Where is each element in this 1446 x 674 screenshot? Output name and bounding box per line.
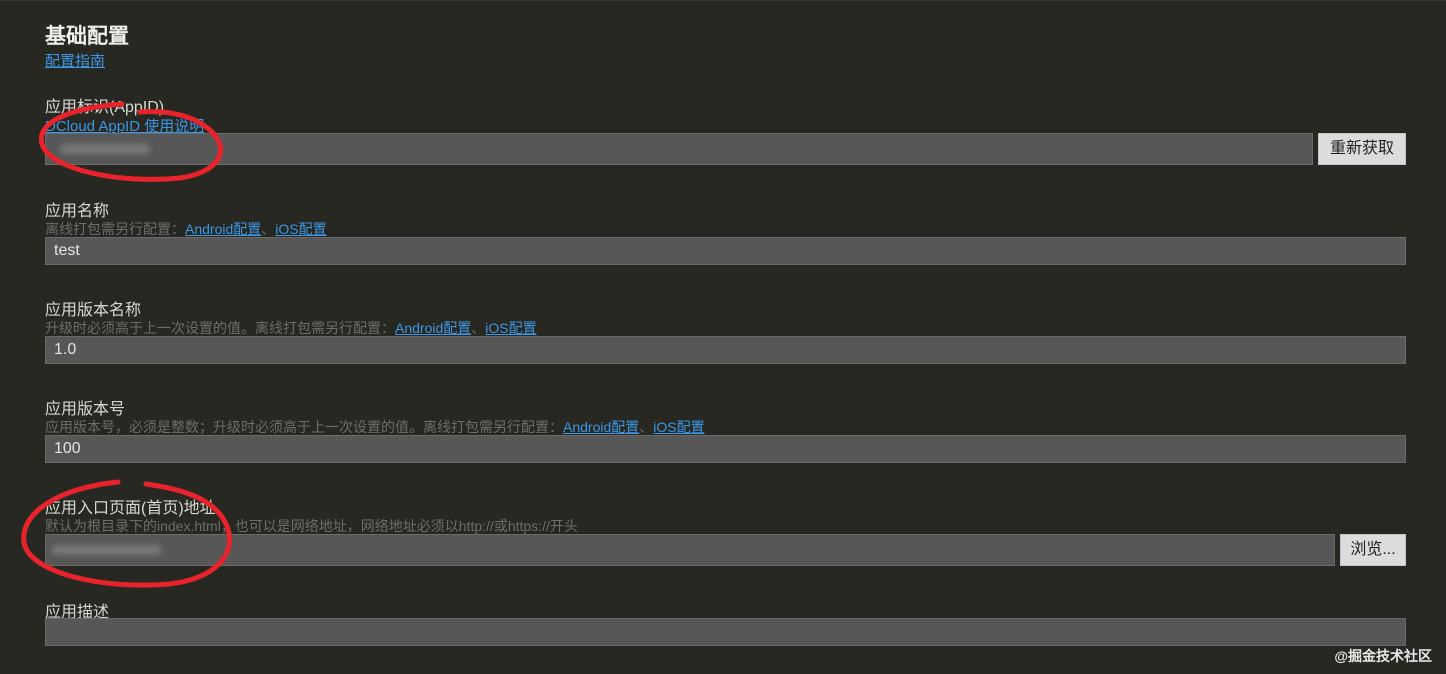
app-name-value: test	[54, 242, 80, 259]
description-input[interactable]	[45, 618, 1406, 646]
version-name-separator: 、	[471, 320, 486, 336]
version-code-android-link[interactable]: Android配置	[563, 419, 639, 435]
section-title: 基础配置	[45, 25, 129, 48]
entry-page-redacted-value	[52, 545, 162, 555]
browse-button[interactable]: 浏览...	[1340, 534, 1406, 566]
version-code-hint: 应用版本号，必须是整数；升级时必须高于上一次设置的值。离线打包需另行配置：And…	[45, 417, 705, 437]
entry-page-hint: 默认为根目录下的index.html；也可以是网络地址，网络地址必须以http:…	[45, 518, 578, 534]
app-name-ios-link[interactable]: iOS配置	[275, 221, 326, 237]
app-name-input[interactable]: test	[45, 237, 1406, 265]
version-code-ios-link[interactable]: iOS配置	[653, 419, 704, 435]
appid-input[interactable]	[45, 133, 1313, 165]
version-code-separator: 、	[639, 419, 654, 435]
top-border	[0, 0, 1446, 1]
version-code-label: 应用版本号	[45, 401, 126, 418]
version-name-hint: 升级时必须高于上一次设置的值。离线打包需另行配置：Android配置、iOS配置	[45, 318, 537, 338]
refresh-appid-button[interactable]: 重新获取	[1318, 133, 1406, 165]
version-name-hint-text: 升级时必须高于上一次设置的值。离线打包需另行配置：	[45, 320, 395, 336]
version-code-hint-text: 应用版本号，必须是整数；升级时必须高于上一次设置的值。离线打包需另行配置：	[45, 419, 563, 435]
app-name-label: 应用名称	[45, 203, 110, 220]
version-name-ios-link[interactable]: iOS配置	[485, 320, 536, 336]
version-name-android-link[interactable]: Android配置	[395, 320, 471, 336]
entry-page-input[interactable]	[45, 534, 1335, 566]
appid-label: 应用标识(AppID)	[45, 99, 165, 116]
entry-page-label: 应用入口页面(首页)地址	[45, 500, 216, 517]
version-name-label: 应用版本名称	[45, 302, 142, 319]
app-name-hint-text: 离线打包需另行配置：	[45, 221, 185, 237]
app-name-hint: 离线打包需另行配置：Android配置、iOS配置	[45, 219, 327, 239]
watermark: @掘金技术社区	[1334, 648, 1432, 664]
app-name-separator: 、	[261, 221, 276, 237]
app-name-android-link[interactable]: Android配置	[185, 221, 261, 237]
version-code-value: 100	[54, 440, 81, 457]
version-code-input[interactable]: 100	[45, 435, 1406, 463]
config-guide-link[interactable]: 配置指南	[45, 50, 105, 71]
version-name-input[interactable]: 1.0	[45, 336, 1406, 364]
appid-redacted-value	[60, 144, 150, 154]
version-name-value: 1.0	[54, 341, 77, 358]
